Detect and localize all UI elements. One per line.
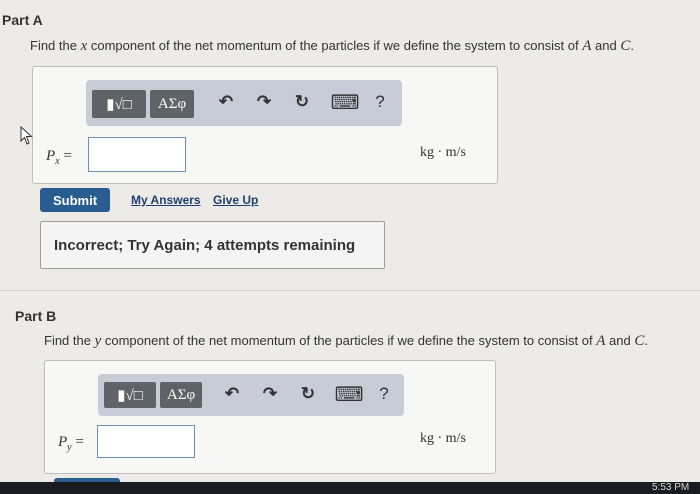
mouse-cursor-icon [20, 126, 33, 145]
part-b-title: Part B [15, 308, 57, 324]
part-b-equation-toolbar: ▮√□ ΑΣφ ↶ ↷ ↻ ⌨ ? [98, 374, 404, 416]
keyboard-icon[interactable]: ⌨ [330, 90, 360, 115]
part-b-units: kg · m/s [420, 431, 466, 446]
part-b-answer-input[interactable] [97, 425, 195, 458]
taskbar-clock: 5:53 PM [652, 482, 690, 493]
reset-icon[interactable]: ↻ [296, 384, 320, 404]
feedback-message: Incorrect; Try Again; 4 attempts remaini… [40, 221, 385, 269]
redo-icon[interactable]: ↷ [258, 384, 282, 404]
undo-icon[interactable]: ↶ [214, 92, 238, 112]
help-icon[interactable]: ? [370, 92, 390, 112]
undo-icon[interactable]: ↶ [220, 384, 244, 404]
part-a-title: Part A [2, 12, 43, 28]
section-divider [0, 290, 700, 291]
math-template-button[interactable]: ▮√□ [104, 382, 156, 408]
keyboard-icon[interactable]: ⌨ [334, 382, 364, 407]
part-a-equation-toolbar: ▮√□ ΑΣφ ↶ ↷ ↻ ⌨ ? [86, 80, 402, 126]
part-b-variable-label: Py = [58, 434, 84, 453]
symbols-button[interactable]: ΑΣφ [160, 382, 202, 408]
part-a-answer-input[interactable] [88, 137, 186, 172]
symbols-button[interactable]: ΑΣφ [150, 90, 194, 118]
math-template-button[interactable]: ▮√□ [92, 90, 146, 118]
part-a-variable-label: Px = [46, 148, 72, 167]
part-a-units: kg · m/s [420, 145, 466, 160]
part-a-prompt: Find the x component of the net momentum… [30, 38, 634, 54]
taskbar [0, 482, 700, 494]
help-icon[interactable]: ? [374, 384, 394, 404]
redo-icon[interactable]: ↷ [252, 92, 276, 112]
my-answers-link[interactable]: My Answers [131, 193, 201, 207]
give-up-link[interactable]: Give Up [213, 193, 258, 207]
part-b-prompt: Find the y component of the net momentum… [44, 333, 648, 349]
reset-icon[interactable]: ↻ [290, 92, 314, 112]
submit-button[interactable]: Submit [40, 188, 110, 212]
